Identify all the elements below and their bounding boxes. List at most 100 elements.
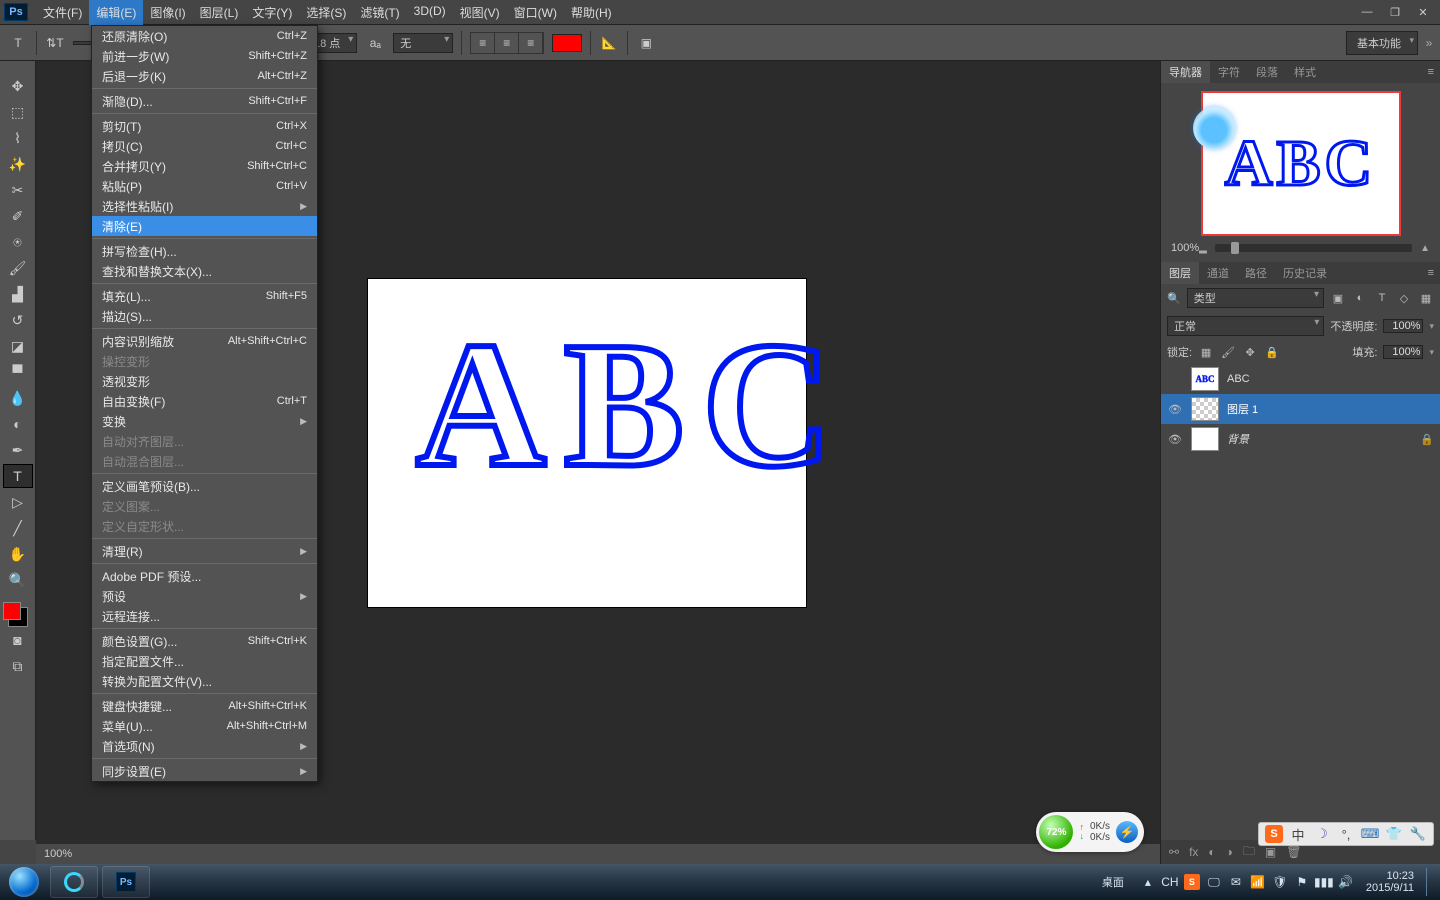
fill-value[interactable]: 100% [1383,345,1423,359]
tray-volume-icon[interactable]: 🔊 [1338,874,1354,890]
menu-8[interactable]: 视图(V) [453,0,507,25]
taskbar-photoshop-button[interactable]: Ps [102,866,150,898]
window-restore-button[interactable]: ❐ [1382,3,1408,21]
path-select-tool[interactable]: ▷ [3,490,33,514]
show-desktop-button[interactable] [1426,868,1434,896]
window-minimize-button[interactable]: — [1354,3,1380,21]
menu-item[interactable]: 剪切(T)Ctrl+X [92,116,317,136]
tray-signal-icon[interactable]: ▮▮▮ [1316,874,1332,890]
delete-layer-icon[interactable]: 🗑 [1286,845,1301,859]
filter-smart-icon[interactable]: ▦ [1418,290,1434,306]
layer-filter-select[interactable]: 类型 [1187,288,1324,308]
navigator-thumbnail[interactable]: ABC [1201,91,1401,236]
document-canvas[interactable]: ABC [368,279,806,607]
menu-item[interactable]: 还原清除(O)Ctrl+Z [92,26,317,46]
character-tab[interactable]: 字符 [1210,61,1248,83]
text-color-swatch[interactable] [552,34,582,52]
lock-transparent-icon[interactable]: ▦ [1198,344,1214,360]
ime-punct-icon[interactable]: °, [1337,825,1355,843]
menu-item[interactable]: 描边(S)... [92,306,317,326]
blur-tool[interactable]: 💧 [3,386,33,410]
menu-6[interactable]: 滤镜(T) [353,0,406,25]
menu-item[interactable]: 键盘快捷键...Alt+Shift+Ctrl+K [92,696,317,716]
filter-pixel-icon[interactable]: ▣ [1330,290,1346,306]
menu-item[interactable]: 选择性粘贴(I)▶ [92,196,317,216]
menu-item[interactable]: 拼写检查(H)... [92,241,317,261]
menu-9[interactable]: 窗口(W) [507,0,564,25]
start-button[interactable] [0,864,48,900]
menu-item[interactable]: 内容识别缩放Alt+Shift+Ctrl+C [92,331,317,351]
type-tool[interactable]: T [3,464,33,488]
tray-monitor-icon[interactable]: 🖵 [1206,874,1222,890]
navigator-zoom-slider[interactable] [1215,244,1412,252]
menu-item[interactable]: 定义画笔预设(B)... [92,476,317,496]
menu-item[interactable]: 后退一步(K)Alt+Ctrl+Z [92,66,317,86]
tray-clock[interactable]: 10:23 2015/9/11 [1360,870,1420,894]
menu-item[interactable]: 变换▶ [92,411,317,431]
ime-keyboard-icon[interactable]: ⌨ [1361,825,1379,843]
adjustment-layer-icon[interactable]: ◑ [1226,845,1233,859]
quick-mask-toggle[interactable]: ◙ [3,628,33,652]
menu-item[interactable]: 预设▶ [92,586,317,606]
menu-item[interactable]: 查找和替换文本(X)... [92,261,317,281]
menu-item[interactable]: 首选项(N)▶ [92,736,317,756]
brush-tool[interactable]: 🖌 [3,256,33,280]
text-orientation-icon[interactable]: ⇅T [45,33,65,53]
character-panel-icon[interactable]: ▣ [636,33,656,53]
menu-item[interactable]: 清除(E) [92,216,317,236]
taskbar-browser-button[interactable] [50,866,98,898]
menu-item[interactable]: 填充(L)...Shift+F5 [92,286,317,306]
layer-item[interactable]: 👁图层 1 [1161,394,1440,424]
menu-7[interactable]: 3D(D) [407,0,453,25]
layer-mask-icon[interactable]: ◐ [1208,845,1215,859]
visibility-icon[interactable]: 👁 [1167,433,1183,446]
pen-tool[interactable]: ✒ [3,438,33,462]
align-right-button[interactable]: ≡ [519,33,543,53]
tray-shield-icon[interactable]: 🛡 [1272,874,1288,890]
ime-toolbar[interactable]: S 中 ☽ °, ⌨ 👕 🔧 [1258,822,1434,846]
navigator-tab[interactable]: 导航器 [1161,61,1210,83]
layer-item[interactable]: ABCABC [1161,364,1440,394]
menu-item[interactable]: 同步设置(E)▶ [92,761,317,781]
lock-pixels-icon[interactable]: 🖌 [1220,344,1236,360]
sogou-icon[interactable]: S [1265,825,1283,843]
menu-0[interactable]: 文件(F) [36,0,89,25]
align-left-button[interactable]: ≡ [471,33,495,53]
lock-position-icon[interactable]: ✥ [1242,344,1258,360]
move-tool[interactable]: ✥ [3,74,33,98]
menu-4[interactable]: 文字(Y) [245,0,299,25]
menu-item[interactable]: 前进一步(W)Shift+Ctrl+Z [92,46,317,66]
shape-tool[interactable]: ╱ [3,516,33,540]
layer-fx-icon[interactable]: fx [1189,845,1198,859]
channels-tab[interactable]: 通道 [1199,262,1237,284]
tray-sogou-icon[interactable]: S [1184,874,1200,890]
menu-item[interactable]: 指定配置文件... [92,651,317,671]
menu-item[interactable]: 转换为配置文件(V)... [92,671,317,691]
filter-adjust-icon[interactable]: ◐ [1352,290,1368,306]
menu-item[interactable]: 合并拷贝(Y)Shift+Ctrl+C [92,156,317,176]
window-close-button[interactable]: ✕ [1410,3,1436,21]
menu-item[interactable]: 拷贝(C)Ctrl+C [92,136,317,156]
canvas-zoom-value[interactable]: 100% [44,848,72,860]
hand-tool[interactable]: ✋ [3,542,33,566]
show-desktop-label[interactable]: 桌面 [1092,874,1134,890]
layer-item[interactable]: 👁背景🔒 [1161,424,1440,454]
clone-stamp-tool[interactable]: ▟ [3,282,33,306]
crop-tool[interactable]: ✂ [3,178,33,202]
ime-skin-icon[interactable]: 👕 [1385,825,1403,843]
zoom-tool[interactable]: 🔍 [3,568,33,592]
lasso-tool[interactable]: ⌇ [3,126,33,150]
history-brush-tool[interactable]: ↺ [3,308,33,332]
menu-item[interactable]: 清理(R)▶ [92,541,317,561]
tray-msg-icon[interactable]: ✉ [1228,874,1244,890]
paragraph-tab[interactable]: 段落 [1248,61,1286,83]
menu-item[interactable]: 颜色设置(G)...Shift+Ctrl+K [92,631,317,651]
align-center-button[interactable]: ≡ [495,33,519,53]
menu-2[interactable]: 图像(I) [143,0,192,25]
opacity-value[interactable]: 100% [1383,319,1423,333]
paths-tab[interactable]: 路径 [1237,262,1275,284]
magic-wand-tool[interactable]: ✨ [3,152,33,176]
zoom-out-icon[interactable]: ▂ [1199,243,1207,254]
menu-item[interactable]: 透视变形 [92,371,317,391]
menu-3[interactable]: 图层(L) [193,0,246,25]
